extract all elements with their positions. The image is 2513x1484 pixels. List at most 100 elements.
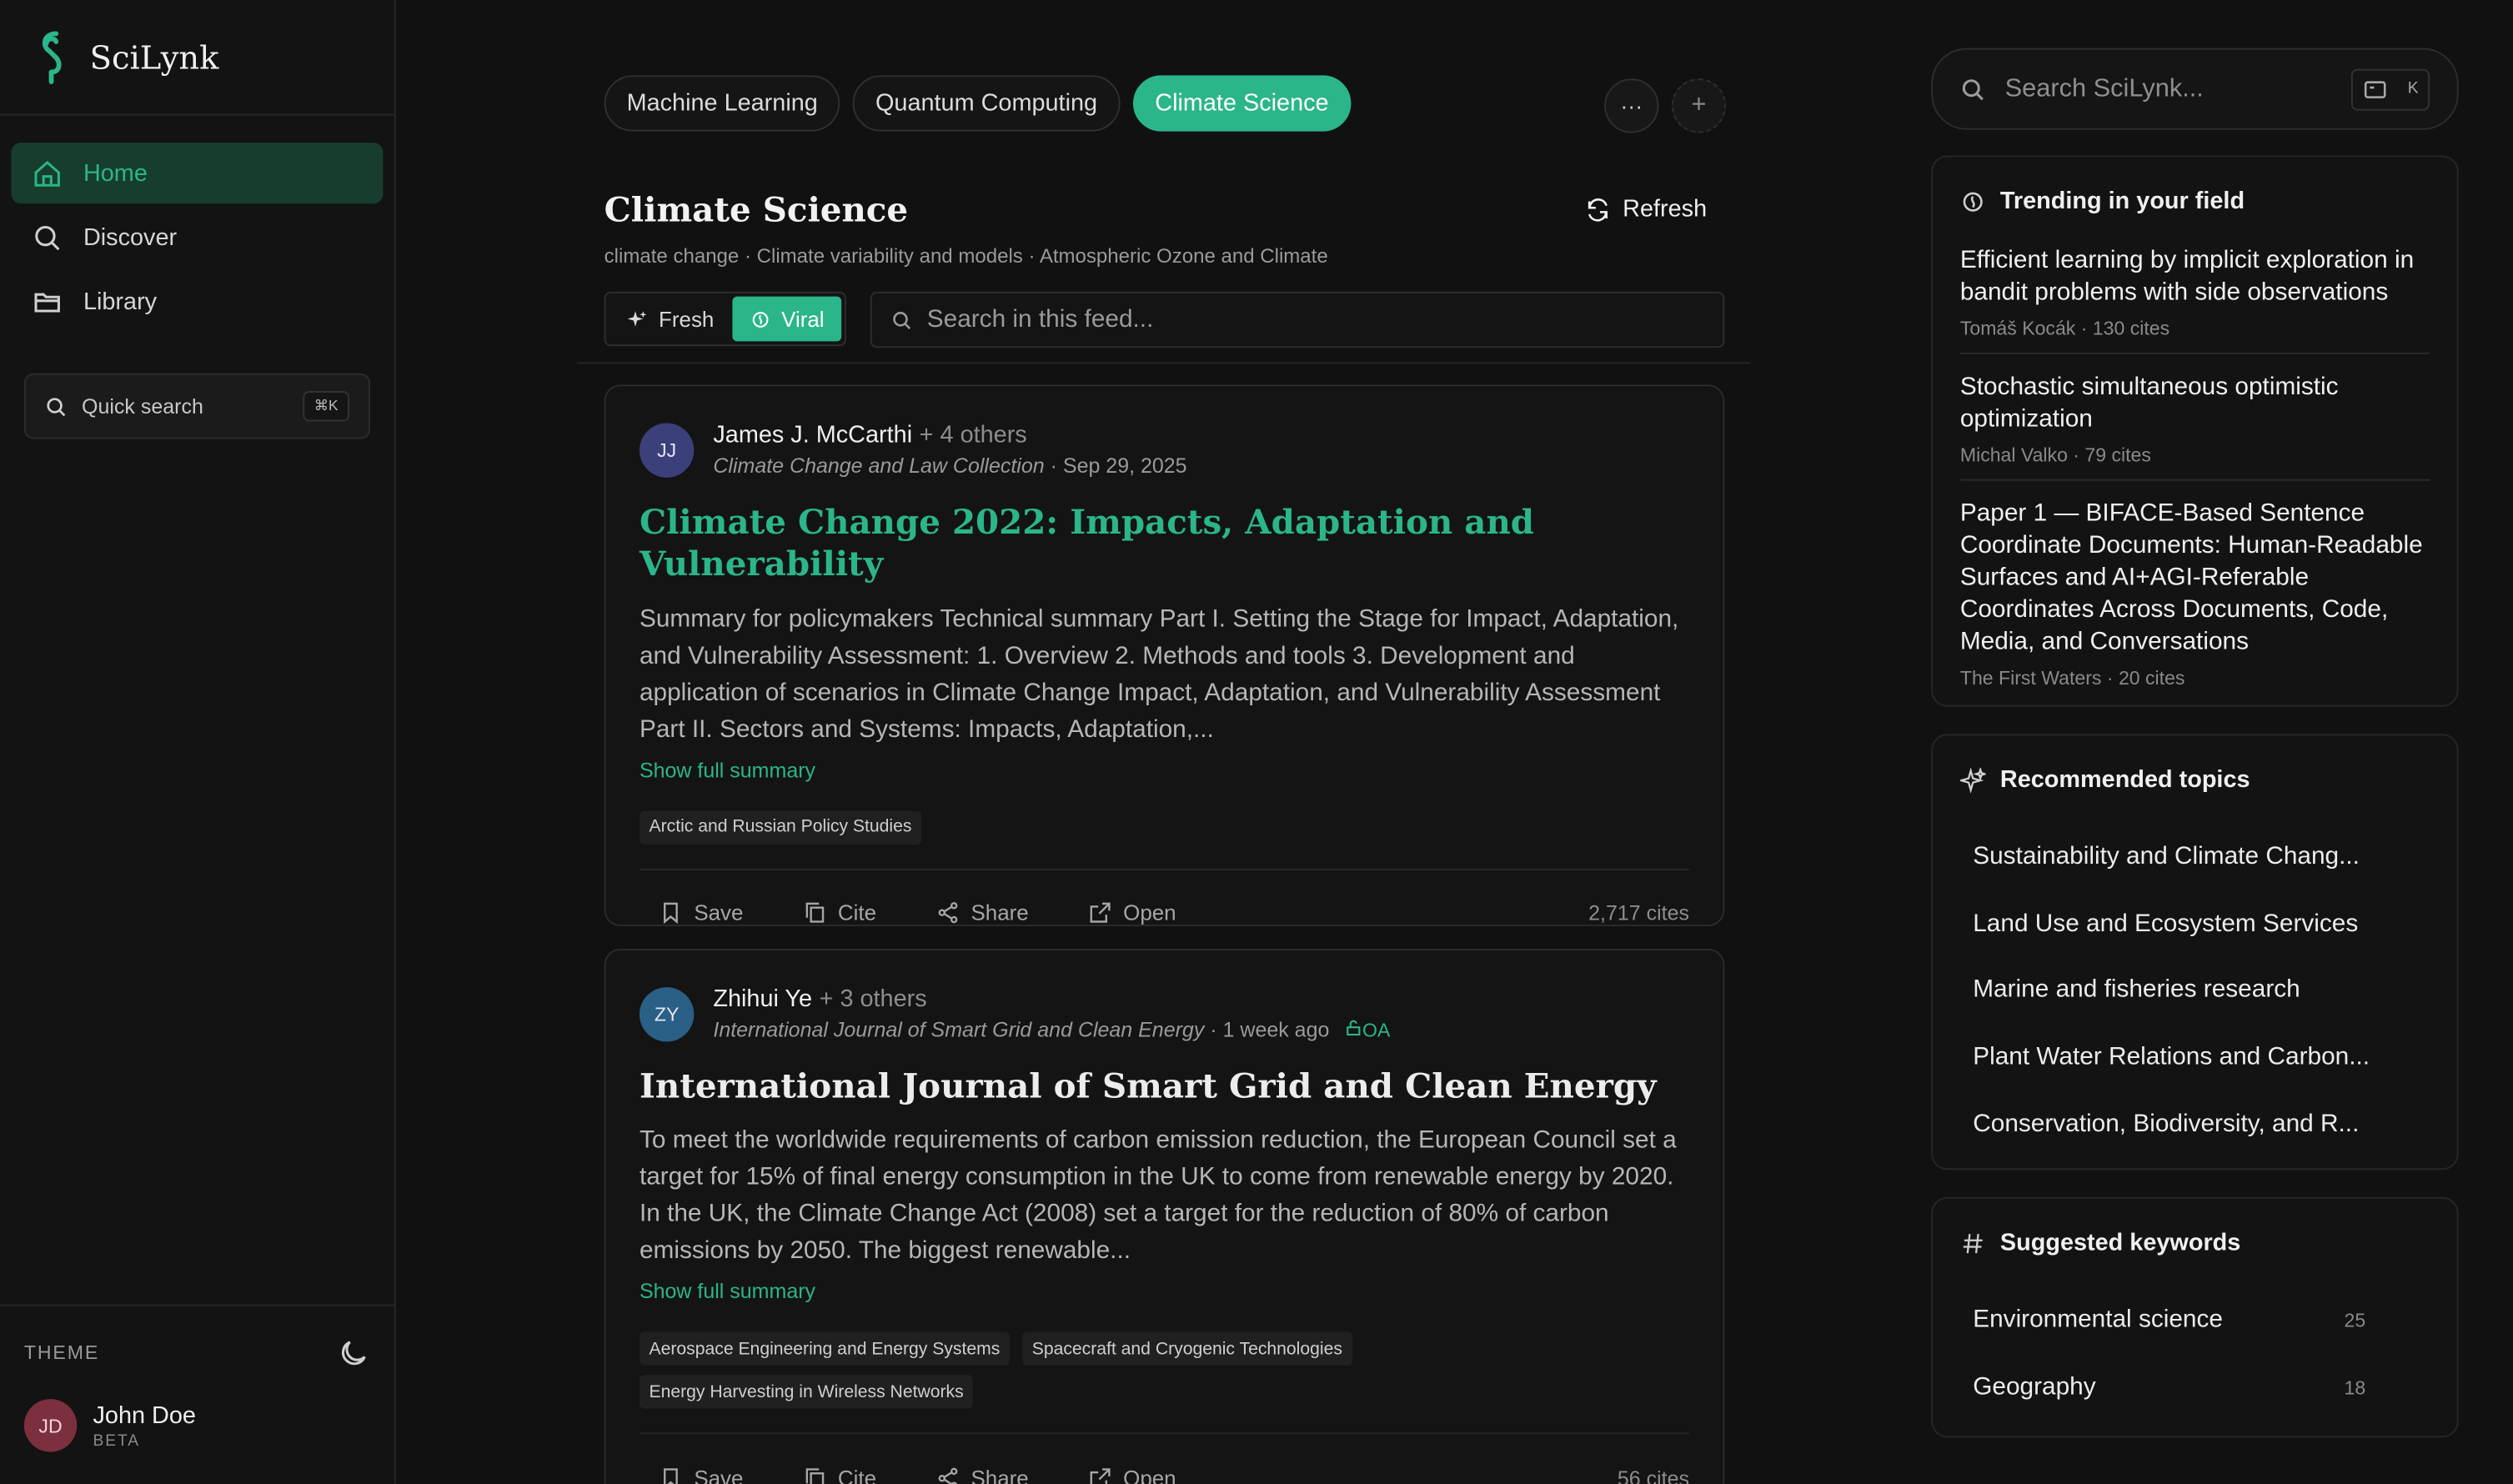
viral-toggle[interactable]: Viral — [731, 296, 842, 342]
open-access-badge: OA — [1345, 1020, 1390, 1041]
paper-header: ZY Zhihui Ye + 3 others International Jo… — [639, 950, 1689, 1042]
more-icon: ··· — [1620, 93, 1643, 119]
search-icon — [1962, 78, 1984, 100]
topic-item[interactable]: Conservation, Biodiversity, and R... — [1960, 1091, 2430, 1158]
sidebar-item-label: Home — [83, 159, 148, 187]
brand[interactable]: SciLynk — [0, 0, 394, 116]
tab-quantum-computing[interactable]: Quantum Computing — [853, 75, 1120, 132]
command-icon — [2365, 80, 2387, 98]
tag-list: Aerospace Engineering and Energy Systems… — [639, 1331, 1473, 1410]
topic-tag[interactable]: Aerospace Engineering and Energy Systems — [639, 1331, 1010, 1366]
trending-title: Efficient learning by implicit explorati… — [1959, 247, 2415, 307]
fresh-toggle[interactable]: Fresh — [609, 297, 731, 342]
keyword-item[interactable]: Environmental science 25 — [1960, 1287, 2430, 1354]
avatar[interactable]: JJ — [639, 422, 695, 477]
paper-actions: Save Cite Share Open 2,717 cites — [639, 867, 1689, 956]
keyword-count: 18 — [2344, 1376, 2366, 1399]
app-root: SciLynk Home Discover Library Quick sear… — [0, 0, 2513, 1484]
save-button[interactable]: Save — [640, 900, 744, 925]
panel-header: Trending in your field — [1960, 157, 2430, 245]
cite-button[interactable]: Cite — [784, 900, 876, 925]
trending-title: Stochastic simultaneous optimistic optim… — [1959, 373, 2339, 433]
open-label: Open — [1123, 1466, 1176, 1484]
trending-meta: Michal Valko · 79 cites — [1959, 444, 2151, 467]
topic-item[interactable]: Plant Water Relations and Carbon... — [1960, 1024, 2430, 1090]
co-authors[interactable]: + 4 others — [920, 422, 1027, 449]
brand-name: SciLynk — [89, 38, 219, 77]
paper-title[interactable]: International Journal of Smart Grid and … — [640, 1065, 1689, 1107]
hash-icon — [1963, 1233, 1983, 1253]
flame-icon — [1963, 191, 1983, 211]
save-label: Save — [694, 900, 744, 925]
open-label: Open — [1123, 900, 1176, 925]
sidebar-item-library[interactable]: Library — [11, 271, 383, 332]
paper-header: JJ James J. McCarthi + 4 others Climate … — [639, 386, 1689, 478]
user-name: John Doe — [93, 1401, 196, 1429]
global-search-input[interactable] — [2004, 74, 2352, 103]
cite-button[interactable]: Cite — [784, 1466, 876, 1484]
trending-item[interactable]: Stochastic simultaneous optimistic optim… — [1959, 372, 2430, 481]
refresh-button[interactable]: Refresh — [1586, 196, 1707, 223]
author-name[interactable]: Zhihui Ye — [713, 985, 812, 1013]
add-feed-button[interactable]: + — [1671, 78, 1727, 133]
feed-search — [870, 291, 1725, 348]
user-profile[interactable]: JD John Doe BETA — [0, 1399, 394, 1452]
divider — [576, 362, 1751, 364]
sparkle-icon — [1959, 766, 1986, 793]
open-button[interactable]: Open — [1069, 1466, 1176, 1484]
publish-date: · 1 week ago — [1210, 1017, 1330, 1042]
feed-subtitle: climate change · Climate variability and… — [604, 245, 1328, 268]
sidebar-nav: Home Discover Library — [0, 115, 394, 331]
bookmark-icon — [664, 902, 678, 925]
avatar[interactable]: ZY — [639, 986, 695, 1041]
trending-meta: The First Waters · 20 cites — [1959, 666, 2185, 689]
topic-tag[interactable]: Spacecraft and Cryogenic Technologies — [1022, 1331, 1352, 1366]
topic-item[interactable]: Sustainability and Climate Chang... — [1960, 824, 2430, 890]
topic-tag[interactable]: Arctic and Russian Policy Studies — [639, 810, 921, 845]
show-full-summary-link[interactable]: Show full summary — [640, 757, 815, 781]
moon-icon[interactable] — [337, 1336, 370, 1369]
show-full-summary-link[interactable]: Show full summary — [640, 1279, 815, 1303]
share-button[interactable]: Share — [916, 900, 1029, 925]
refresh-icon — [1588, 198, 1608, 221]
tab-climate-science[interactable]: Climate Science — [1132, 75, 1352, 132]
plus-icon: + — [1691, 91, 1707, 119]
keyword-label: Geography — [1973, 1372, 2096, 1401]
sparkle-icon — [627, 310, 647, 326]
keyword-item[interactable]: Geography 18 — [1960, 1354, 2430, 1421]
paper-title[interactable]: Climate Change 2022: Impacts, Adaptation… — [640, 502, 1689, 586]
save-button[interactable]: Save — [640, 1466, 744, 1484]
quick-search-button[interactable]: Quick search ⌘K — [23, 373, 371, 439]
quick-search-label: Quick search — [82, 394, 203, 419]
author-name[interactable]: James J. McCarthi — [713, 422, 912, 449]
co-authors[interactable]: + 3 others — [820, 985, 927, 1013]
tag-list: Arctic and Russian Policy Studies — [639, 810, 1473, 845]
share-button[interactable]: Share — [916, 1466, 1029, 1484]
external-link-icon — [1090, 1467, 1111, 1484]
paper-summary: To meet the worldwide requirements of ca… — [639, 1126, 1677, 1266]
feed-search-input[interactable] — [926, 305, 1704, 334]
share-label: Share — [971, 1466, 1029, 1484]
paper-actions: Save Cite Share Open 56 cites — [639, 1432, 1689, 1484]
shortcut-key: K — [2407, 80, 2419, 98]
sidebar-item-label: Discover — [83, 223, 178, 251]
topic-item[interactable]: Marine and fisheries research — [1960, 957, 2430, 1024]
trending-item[interactable]: Paper 1 — BIFACE-Based Sentence Coordina… — [1960, 499, 2430, 702]
paper-card: ZY Zhihui Ye + 3 others International Jo… — [604, 948, 1725, 1484]
topic-item[interactable]: Land Use and Ecosystem Services — [1960, 890, 2430, 957]
sidebar-item-home[interactable]: Home — [11, 143, 384, 204]
keyword-count: 25 — [2344, 1309, 2366, 1332]
topic-tag[interactable]: Energy Harvesting in Wireless Networks — [639, 1375, 974, 1410]
copy-icon — [805, 902, 824, 923]
save-label: Save — [694, 1466, 744, 1484]
sidebar-item-discover[interactable]: Discover — [11, 207, 383, 268]
paper-card: JJ James J. McCarthi + 4 others Climate … — [604, 384, 1725, 927]
sidebar-footer: THEME JD John Doe BETA — [0, 1304, 394, 1452]
tab-machine-learning[interactable]: Machine Learning — [604, 75, 840, 132]
trending-item[interactable]: Efficient learning by implicit explorati… — [1959, 245, 2430, 354]
scilynk-logo-icon — [42, 30, 62, 83]
trending-title: Paper 1 — BIFACE-Based Sentence Coordina… — [1959, 499, 2423, 656]
more-options-button[interactable]: ··· — [1604, 78, 1659, 133]
flame-icon — [751, 311, 768, 327]
open-button[interactable]: Open — [1069, 900, 1176, 925]
